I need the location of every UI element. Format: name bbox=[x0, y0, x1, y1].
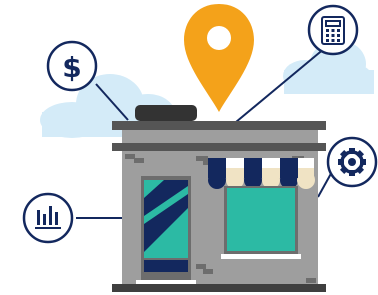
dollar-sign-icon: $ bbox=[62, 51, 81, 84]
location-pin-icon bbox=[184, 4, 254, 112]
storefront-illustration: $ bbox=[0, 0, 378, 295]
roof-ledge bbox=[112, 121, 326, 130]
gear-icon bbox=[338, 148, 366, 176]
chart-badge bbox=[22, 192, 74, 244]
store-building bbox=[112, 105, 326, 292]
calculator-badge bbox=[307, 4, 359, 56]
cornice bbox=[112, 143, 326, 151]
store-window bbox=[221, 186, 301, 259]
store-door bbox=[136, 176, 196, 284]
gear-badge bbox=[326, 136, 378, 188]
ground-base bbox=[112, 284, 326, 292]
dollar-badge: $ bbox=[46, 40, 98, 92]
roof-vent bbox=[135, 105, 197, 121]
